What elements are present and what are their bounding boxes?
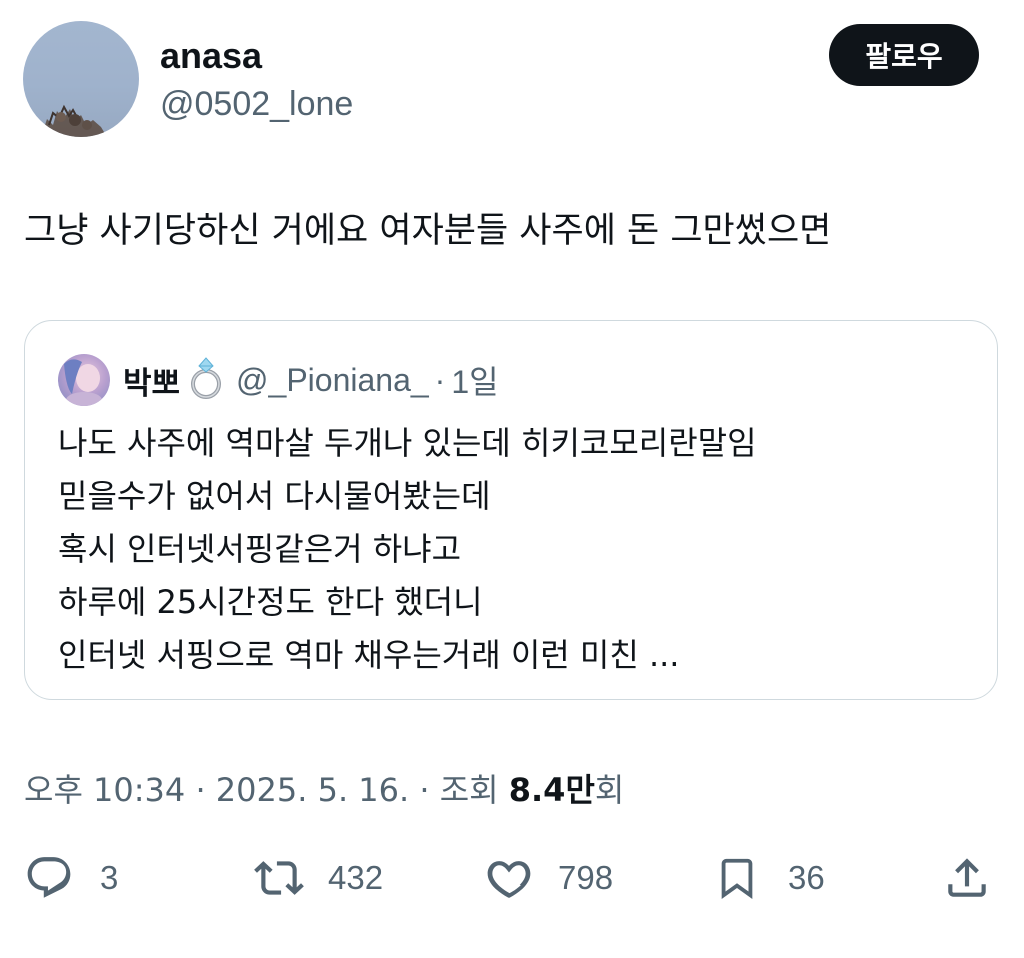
tweet-metadata: 오후 10:34 · 2025. 5. 16. · 조회 8.4만회 xyxy=(24,765,624,811)
author-display-name[interactable]: anasa xyxy=(160,36,262,76)
like-button[interactable]: 798 xyxy=(484,846,613,910)
tweet-time[interactable]: 오후 10:34 xyxy=(24,771,185,809)
quote-line: 나도 사주에 역마살 두개나 있는데 히키코모리란말임 xyxy=(58,424,757,462)
tweet-text: 그냥 사기당하신 거에요 여자분들 사주에 돈 그만썼으면 xyxy=(24,211,832,251)
bookmark-count: 36 xyxy=(788,859,825,896)
views-label: 조회 xyxy=(439,771,499,809)
retweet-icon xyxy=(254,861,304,895)
tweet-action-bar: 3 432 798 36 xyxy=(0,846,1024,910)
quote-separator: · xyxy=(434,361,446,398)
quote-line: 믿을수가 없어서 다시물어봤는데 xyxy=(58,477,491,515)
heart-icon xyxy=(487,861,531,898)
avatar-tree-image xyxy=(41,104,107,137)
quote-author-handle[interactable]: @_Pioniana_ xyxy=(236,362,429,399)
reply-icon xyxy=(27,857,71,898)
quote-author-avatar[interactable] xyxy=(58,354,110,406)
quote-line: 하루에 25시간정도 한다 했더니 xyxy=(58,583,483,621)
reply-button[interactable]: 3 xyxy=(24,846,118,910)
author-handle[interactable]: @0502_lone xyxy=(160,84,353,124)
meta-separator: · xyxy=(419,771,430,809)
tweet-date[interactable]: 2025. 5. 16. xyxy=(216,771,409,809)
quote-header: 박뽀 @_Pioniana_ · 1일 xyxy=(123,356,499,405)
quoted-tweet-card[interactable]: 박뽀 @_Pioniana_ · 1일 나도 사주에 역마살 두개나 있는데 히… xyxy=(24,320,998,700)
quote-line: 인터넷 서핑으로 역마 채우는거래 이런 미친 ... xyxy=(58,636,680,674)
quote-line: 혹시 인터넷서핑같은거 하냐고 xyxy=(58,530,462,568)
reply-count: 3 xyxy=(100,859,119,896)
share-icon xyxy=(948,858,986,897)
bookmark-icon xyxy=(721,858,753,899)
author-avatar[interactable] xyxy=(23,21,139,137)
quote-text: 나도 사주에 역마살 두개나 있는데 히키코모리란말임 믿을수가 없어서 다시물… xyxy=(58,417,757,682)
retweet-button[interactable]: 432 xyxy=(252,846,383,910)
like-count: 798 xyxy=(558,859,614,896)
quote-time[interactable]: 1일 xyxy=(451,357,498,403)
quote-author-name[interactable]: 박뽀 xyxy=(123,358,180,403)
views-count[interactable]: 8.4만 xyxy=(509,771,595,809)
views-suffix: 회 xyxy=(594,771,625,809)
share-button[interactable] xyxy=(942,846,992,910)
meta-separator: · xyxy=(195,771,206,809)
bookmark-button[interactable]: 36 xyxy=(714,846,825,910)
retweet-count: 432 xyxy=(328,859,384,896)
follow-button[interactable]: 팔로우 xyxy=(829,24,979,86)
ring-emoji-icon xyxy=(186,356,226,405)
